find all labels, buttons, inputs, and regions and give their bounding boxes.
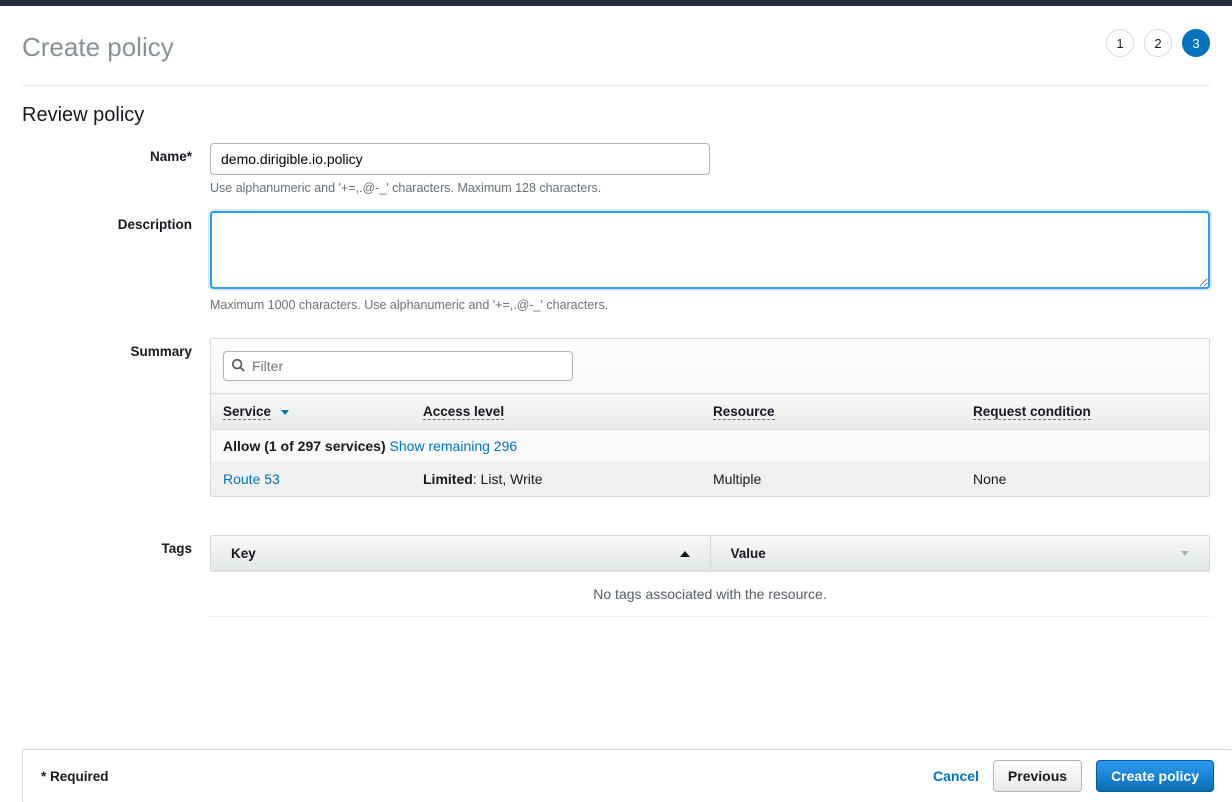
summary-table: Service Access level Resource Request co… [211, 393, 1209, 496]
tags-divider [210, 616, 1210, 617]
col-resource[interactable]: Resource [701, 394, 961, 430]
footer-bar: * Required Cancel Previous Create policy [22, 749, 1232, 802]
col-condition[interactable]: Request condition [961, 394, 1209, 430]
tags-col-key[interactable]: Key [211, 536, 710, 571]
tags-label: Tags [22, 535, 210, 556]
previous-button[interactable]: Previous [993, 760, 1082, 792]
name-label: Name* [22, 143, 210, 164]
name-hint: Use alphanumeric and '+=,.@-_' character… [210, 181, 1210, 195]
tags-header: Key Value [210, 535, 1210, 572]
allow-summary-row: Allow (1 of 297 services) Show remaining… [211, 430, 1209, 463]
show-remaining-link[interactable]: Show remaining 296 [390, 438, 518, 454]
description-label: Description [22, 211, 210, 232]
col-service[interactable]: Service [211, 394, 411, 430]
allow-count: Allow (1 of 297 services) [223, 438, 390, 454]
sort-caret-icon [281, 410, 289, 415]
summary-panel: Service Access level Resource Request co… [210, 338, 1210, 497]
tags-empty-text: No tags associated with the resource. [210, 572, 1210, 610]
wizard-step-1[interactable]: 1 [1106, 29, 1134, 57]
cancel-link[interactable]: Cancel [933, 768, 979, 784]
wizard-step-3[interactable]: 3 [1182, 29, 1210, 57]
divider [22, 85, 1210, 86]
condition-cell: None [961, 463, 1209, 496]
access-cell: Limited: List, Write [411, 463, 701, 496]
description-input[interactable] [210, 211, 1210, 289]
summary-label: Summary [22, 338, 210, 359]
wizard-step-2[interactable]: 2 [1144, 29, 1172, 57]
col-access[interactable]: Access level [411, 394, 701, 430]
page-title: Create policy [22, 32, 1210, 63]
table-row: Route 53 Limited: List, Write Multiple N… [211, 463, 1209, 496]
sort-inactive-icon [1181, 551, 1189, 556]
tags-col-value[interactable]: Value [710, 536, 1210, 571]
summary-filter-input[interactable] [223, 351, 573, 381]
required-note: * Required [41, 769, 109, 784]
create-policy-button[interactable]: Create policy [1096, 760, 1214, 792]
section-title: Review policy [22, 104, 1210, 127]
search-icon [231, 358, 245, 375]
name-input[interactable] [210, 143, 710, 175]
service-link[interactable]: Route 53 [223, 471, 280, 487]
resource-cell: Multiple [701, 463, 961, 496]
wizard-steps: 1 2 3 [1106, 29, 1210, 57]
description-hint: Maximum 1000 characters. Use alphanumeri… [210, 298, 1210, 312]
sort-asc-icon [680, 551, 690, 557]
